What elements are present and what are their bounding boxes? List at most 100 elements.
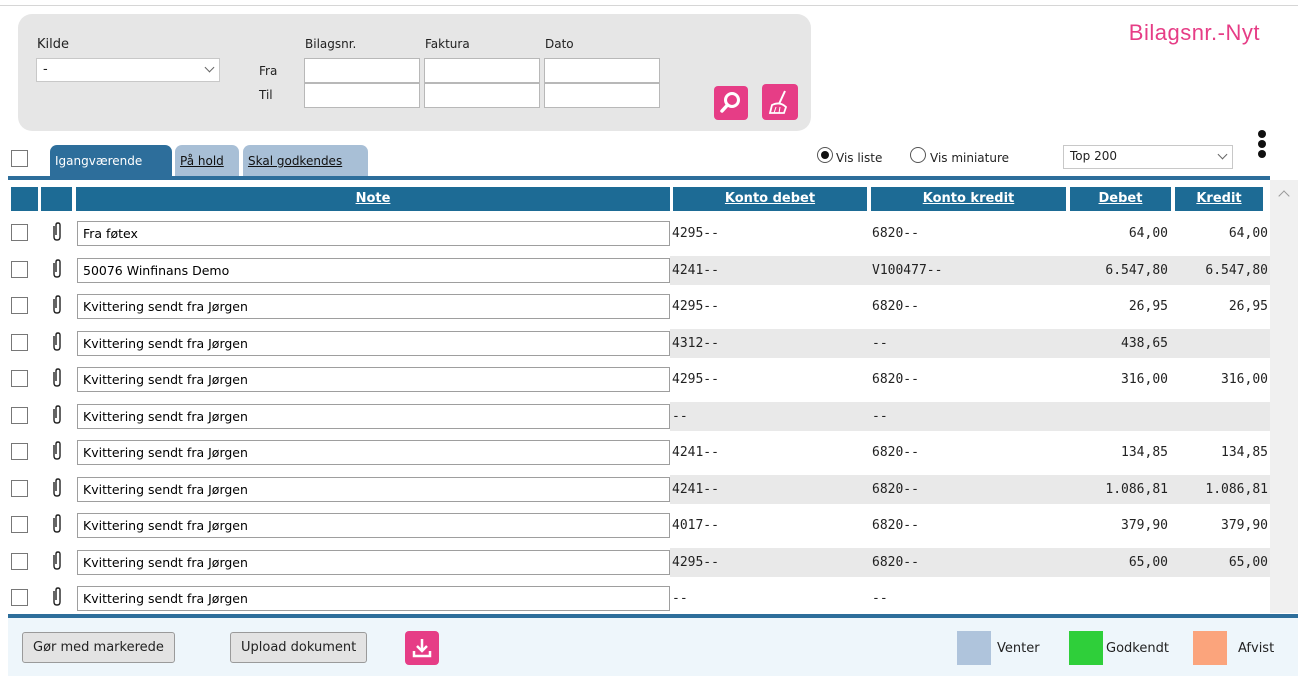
row-checkbox[interactable]	[11, 552, 28, 570]
note-input[interactable]	[77, 586, 670, 611]
debet-cell: 26,95	[1128, 299, 1168, 314]
paperclip-icon	[53, 550, 61, 570]
faktura-fra-input[interactable]	[424, 58, 540, 83]
note-input[interactable]	[77, 294, 670, 319]
tab-paa-hold[interactable]: På hold	[175, 145, 239, 176]
konto-kredit-cell: --	[870, 401, 1070, 431]
table-row: 4241-- V100477-- 6.547,80 6.547,80	[8, 252, 1270, 289]
scroll-up-icon[interactable]	[1278, 190, 1290, 202]
legend-godkendt-swatch	[1069, 631, 1103, 665]
konto-kredit-cell: 6820--	[872, 445, 919, 460]
clear-button[interactable]	[762, 84, 798, 120]
konto-kredit-cell: --	[872, 591, 888, 606]
download-button[interactable]	[405, 631, 439, 665]
search-button[interactable]	[714, 86, 748, 120]
header-kredit[interactable]: Kredit	[1175, 187, 1263, 211]
vis-miniature-label: Vis miniature	[930, 151, 1010, 165]
table-row: 4295-- 6820-- 65,00 65,00	[8, 544, 1270, 581]
row-checkbox[interactable]	[11, 333, 28, 351]
kredit-cell: 26,95	[1228, 299, 1268, 314]
debet-cell: 6.547,80	[1070, 255, 1172, 285]
note-input[interactable]	[77, 549, 670, 575]
kredit-cell: 1.086,81	[1172, 474, 1270, 504]
legend-afvist-swatch	[1193, 631, 1227, 665]
top-count-select[interactable]: Top 200	[1063, 145, 1233, 169]
note-input[interactable]	[77, 440, 670, 465]
row-checkbox[interactable]	[11, 589, 28, 606]
note-input[interactable]	[77, 367, 670, 392]
faktura-til-input[interactable]	[424, 83, 540, 108]
note-input[interactable]	[77, 221, 670, 246]
bilagsnr-til-input[interactable]	[304, 83, 420, 108]
konto-kredit-cell: 6820--	[870, 547, 1070, 577]
note-input[interactable]	[77, 330, 670, 356]
konto-kredit-cell: 6820--	[872, 372, 919, 387]
konto-debet-cell: 4017--	[672, 518, 719, 533]
more-options-icon[interactable]	[1256, 130, 1268, 170]
note-input[interactable]	[77, 476, 670, 502]
debet-cell: 316,00	[1121, 372, 1168, 387]
table-row: 4295-- 6820-- 26,95 26,95	[8, 288, 1270, 325]
konto-kredit-cell: --	[870, 328, 1070, 358]
chevron-down-icon	[1217, 149, 1228, 160]
row-checkbox[interactable]	[11, 406, 28, 424]
kredit-cell	[1172, 584, 1270, 613]
kredit-cell: 64,00	[1228, 226, 1268, 241]
header-debet[interactable]: Debet	[1070, 187, 1171, 211]
vis-liste-radio[interactable]	[817, 147, 833, 163]
paperclip-icon	[53, 514, 61, 533]
kredit-cell: 379,90	[1221, 518, 1268, 533]
dato-fra-input[interactable]	[544, 58, 660, 83]
vis-miniature-radio[interactable]	[910, 147, 926, 163]
bulk-action-button[interactable]: Gør med markerede	[22, 632, 175, 663]
top-count-value: Top 200	[1070, 149, 1117, 163]
row-checkbox[interactable]	[11, 224, 28, 241]
upload-document-button[interactable]: Upload dokument	[230, 632, 368, 663]
tab-skal-godkendes[interactable]: Skal godkendes	[243, 145, 368, 176]
debet-cell: 379,90	[1121, 518, 1168, 533]
search-icon	[720, 92, 740, 113]
konto-debet-cell: 4312--	[670, 328, 870, 358]
header-konto-kredit[interactable]: Konto kredit	[871, 187, 1066, 211]
paperclip-icon	[53, 258, 61, 278]
vertical-scrollbar[interactable]	[1270, 180, 1298, 613]
paperclip-icon	[53, 368, 61, 387]
note-input[interactable]	[77, 403, 670, 429]
row-checkbox[interactable]	[11, 370, 28, 387]
footer-bar	[8, 618, 1298, 676]
debet-cell: 65,00	[1070, 547, 1172, 577]
row-checkbox[interactable]	[11, 260, 28, 278]
row-checkbox[interactable]	[11, 443, 28, 460]
bilagsnr-fra-input[interactable]	[304, 58, 420, 83]
broom-icon	[768, 90, 788, 114]
kilde-select[interactable]: -	[36, 58, 220, 82]
note-input[interactable]	[77, 513, 670, 538]
debet-cell: 1.086,81	[1070, 474, 1172, 504]
legend-venter-label: Venter	[997, 641, 1040, 656]
tab-igangvaerende[interactable]: Igangværende	[50, 145, 172, 176]
row-checkbox[interactable]	[11, 297, 28, 314]
debet-cell: 134,85	[1121, 445, 1168, 460]
top-divider	[0, 5, 1298, 6]
dato-til-input[interactable]	[544, 83, 660, 108]
kredit-cell: 316,00	[1221, 372, 1268, 387]
select-all-checkbox[interactable]	[11, 150, 28, 167]
konto-debet-cell: 4241--	[670, 255, 870, 285]
row-checkbox[interactable]	[11, 479, 28, 497]
konto-debet-cell: --	[672, 591, 688, 606]
debet-cell: 64,00	[1128, 226, 1168, 241]
konto-debet-cell: 4295--	[672, 226, 719, 241]
paperclip-icon	[53, 404, 61, 424]
header-attachment-cell	[41, 187, 72, 211]
bilagsnr-label: Bilagsnr.	[305, 37, 357, 51]
row-checkbox[interactable]	[11, 516, 28, 533]
faktura-label: Faktura	[425, 37, 470, 51]
note-input[interactable]	[77, 257, 670, 283]
header-konto-debet[interactable]: Konto debet	[673, 187, 867, 211]
konto-debet-cell: 4241--	[670, 474, 870, 504]
header-note[interactable]: Note	[76, 187, 670, 211]
kilde-label: Kilde	[37, 37, 69, 52]
dato-label: Dato	[545, 37, 574, 51]
kredit-cell	[1172, 401, 1270, 431]
kredit-cell: 6.547,80	[1172, 255, 1270, 285]
